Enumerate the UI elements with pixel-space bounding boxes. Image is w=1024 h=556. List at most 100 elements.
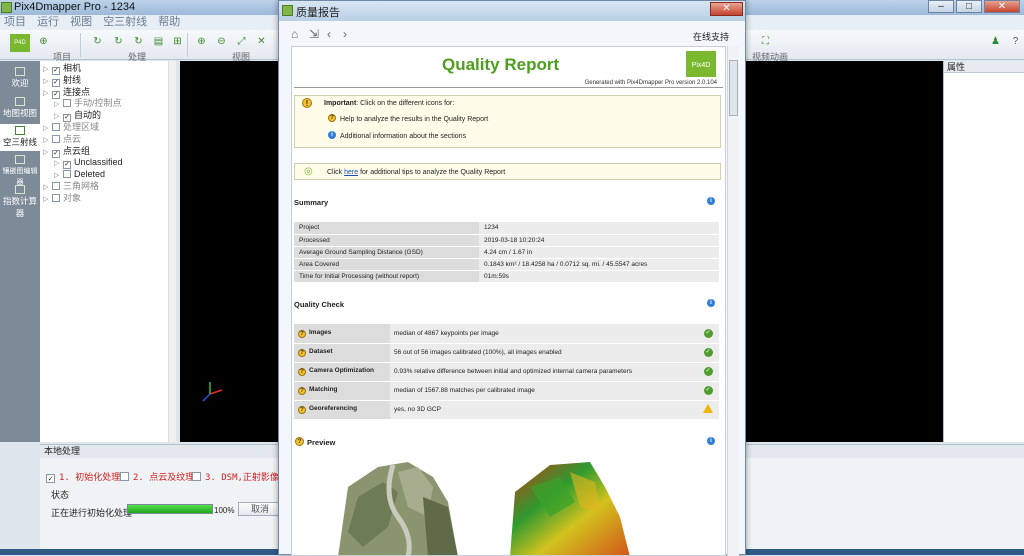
tree-item-label: 自动的 [74,110,102,121]
tree-item[interactable]: ▷ 手动/控制点 [54,97,122,109]
preview-help-icon[interactable]: ? [295,437,304,446]
cancel-button[interactable]: 取消 [238,502,282,516]
menu-view[interactable]: 视图 [66,15,96,30]
nav-index-label: 指数计算器 [2,196,37,218]
online-support-link[interactable]: 在线支持 [693,30,729,43]
expand-arrow-icon[interactable]: ▷ [43,147,52,159]
step1-option[interactable]: ✓ 1. 初始化处理 [46,470,120,483]
tree-item[interactable]: ▷ 处理区域 [43,121,99,133]
info-icon[interactable]: i [328,131,336,139]
menu-project[interactable]: 项目 [0,15,30,30]
preview-info-icon[interactable]: i [707,437,715,445]
ribbon-separator [80,33,81,57]
export-icon[interactable]: ⇲ [309,27,319,41]
quality-check-status: ✓ [697,362,719,382]
tree-item[interactable]: ▷ 三角网格 [43,180,99,192]
help-icon[interactable]: ? [298,387,306,395]
maximize-button[interactable]: □ [956,0,982,13]
tree-scrollbar[interactable] [168,61,176,442]
forward-icon[interactable]: › [343,27,347,41]
quality-check-value: 0.93% relative difference between initia… [390,362,697,382]
help-icon[interactable]: ? [298,406,306,414]
summary-value: 0.1843 km² / 18.4258 ha / 0.0712 sq. mi.… [479,258,719,271]
process-step2-icon[interactable]: ↻ [113,36,124,47]
home-icon[interactable]: ⌂ [291,27,298,41]
process-step1-icon[interactable]: ↻ [92,36,103,47]
step1-checkbox[interactable]: ✓ [46,474,55,483]
summary-value: 2019-03-18 10:20:24 [479,234,719,247]
expand-arrow-icon[interactable]: ▷ [43,194,52,206]
tree-item[interactable]: ▷ ✓ Unclassified [54,156,123,170]
tree-item[interactable]: ▷ ✓ 连接点 [43,86,90,100]
quality-check-info-icon[interactable]: i [707,299,715,307]
zoom-in-icon[interactable]: ⊕ [196,36,207,47]
help-icon[interactable]: ? [328,114,336,122]
zoom-fit-icon[interactable]: ⤢ [236,36,247,47]
tree-item-checkbox[interactable] [52,134,60,143]
help-text-2: Additional information about the section… [340,133,467,140]
summary-info-icon[interactable]: i [707,197,715,205]
tree-item-checkbox[interactable] [63,170,71,179]
3d-viewport-right[interactable] [745,61,943,442]
tree-item-checkbox[interactable] [52,193,60,202]
report-icon[interactable]: ▤ [153,36,164,47]
nav-welcome[interactable]: 欢迎 [0,65,40,93]
minimize-button[interactable]: – [928,0,954,13]
tree-item-checkbox[interactable] [63,99,71,108]
step3-option[interactable]: 3. DSM,正射影像图 [192,470,288,483]
summary-row: Project 1234 [294,222,719,235]
help-icon[interactable]: ? [298,329,306,338]
quality-check-key: ? Georeferencing [294,400,390,420]
expand-arrow-icon[interactable]: ▷ [43,88,52,100]
tree-item[interactable]: ▷ ✓ 自动的 [54,109,102,123]
tree-item-label: 对象 [63,192,82,203]
menu-run[interactable]: 运行 [33,15,63,30]
step3-checkbox[interactable] [192,472,201,481]
tree-item[interactable]: ▷ Deleted [54,168,105,180]
progress-bar [127,504,213,514]
nav-map-view[interactable]: 地图视图 [0,95,40,123]
help-icon[interactable]: ? [298,349,306,357]
check-ok-icon: ✓ [703,367,713,376]
nav-index-calculator[interactable]: 指数计算器 [0,183,40,218]
help-icon[interactable]: ? [298,368,306,376]
local-processing-icon[interactable]: ⊞ [172,36,183,47]
warning-icon: ! [302,98,312,108]
menu-help[interactable]: 帮助 [154,15,184,30]
tree-item[interactable]: ▷ ✓ 点云组 [43,145,90,159]
quality-check-row: ? Georeferencing yes, no 3D GCP [294,400,719,420]
dialog-close-button[interactable]: ✕ [710,2,743,16]
tree-item[interactable]: ▷ ✓ 射线 [43,74,81,87]
step2-checkbox[interactable] [120,472,129,481]
report-scroll-thumb[interactable] [729,60,738,116]
mosaic-icon [15,155,25,164]
tree-item-checkbox[interactable] [52,182,60,190]
zoom-out-icon[interactable]: ⊖ [216,36,227,47]
user-icon[interactable]: ♟ [990,36,1001,47]
quality-check-status: ✓ [697,324,719,344]
step2-option[interactable]: 2. 点云及纹理 [120,470,194,483]
check-ok-icon: ✓ [703,386,713,395]
important-note: ! Important: Click on the different icon… [294,95,721,148]
help-icon[interactable]: ? [1010,36,1021,47]
tree-item[interactable]: ▷ 点云 [43,133,81,145]
back-icon[interactable]: ‹ [327,27,331,41]
generated-with: Generated with Pix4Dmapper Pro version 2… [584,80,717,86]
summary-key: Average Ground Sampling Distance (GSD) [294,246,479,259]
project-icon[interactable]: ⊕ [38,36,49,47]
tree-item[interactable]: ▷ 对象 [43,192,81,204]
calculator-icon [15,185,25,194]
tree-item-checkbox[interactable] [52,123,60,131]
3d-viewport[interactable] [180,61,280,442]
menu-ray-cloud[interactable]: 空三射线 [99,15,151,30]
process-step3-icon[interactable]: ↻ [133,36,144,47]
video-animation-icon[interactable]: ⛶ [760,36,771,47]
tip-link[interactable]: here [344,169,358,176]
tools-icon[interactable]: ✕ [256,36,267,47]
nav-ray-cloud[interactable]: 空三射线 [0,124,40,151]
tree-item[interactable]: ▷ ✓ 相机 [43,62,81,75]
nav-mosaic-editor[interactable]: 镶嵌图编辑器 [0,153,40,186]
report-scrollbar[interactable] [727,46,739,556]
dialog-title-bar: 质量报告 ✕ [279,1,745,21]
close-button[interactable]: ✕ [984,0,1020,13]
